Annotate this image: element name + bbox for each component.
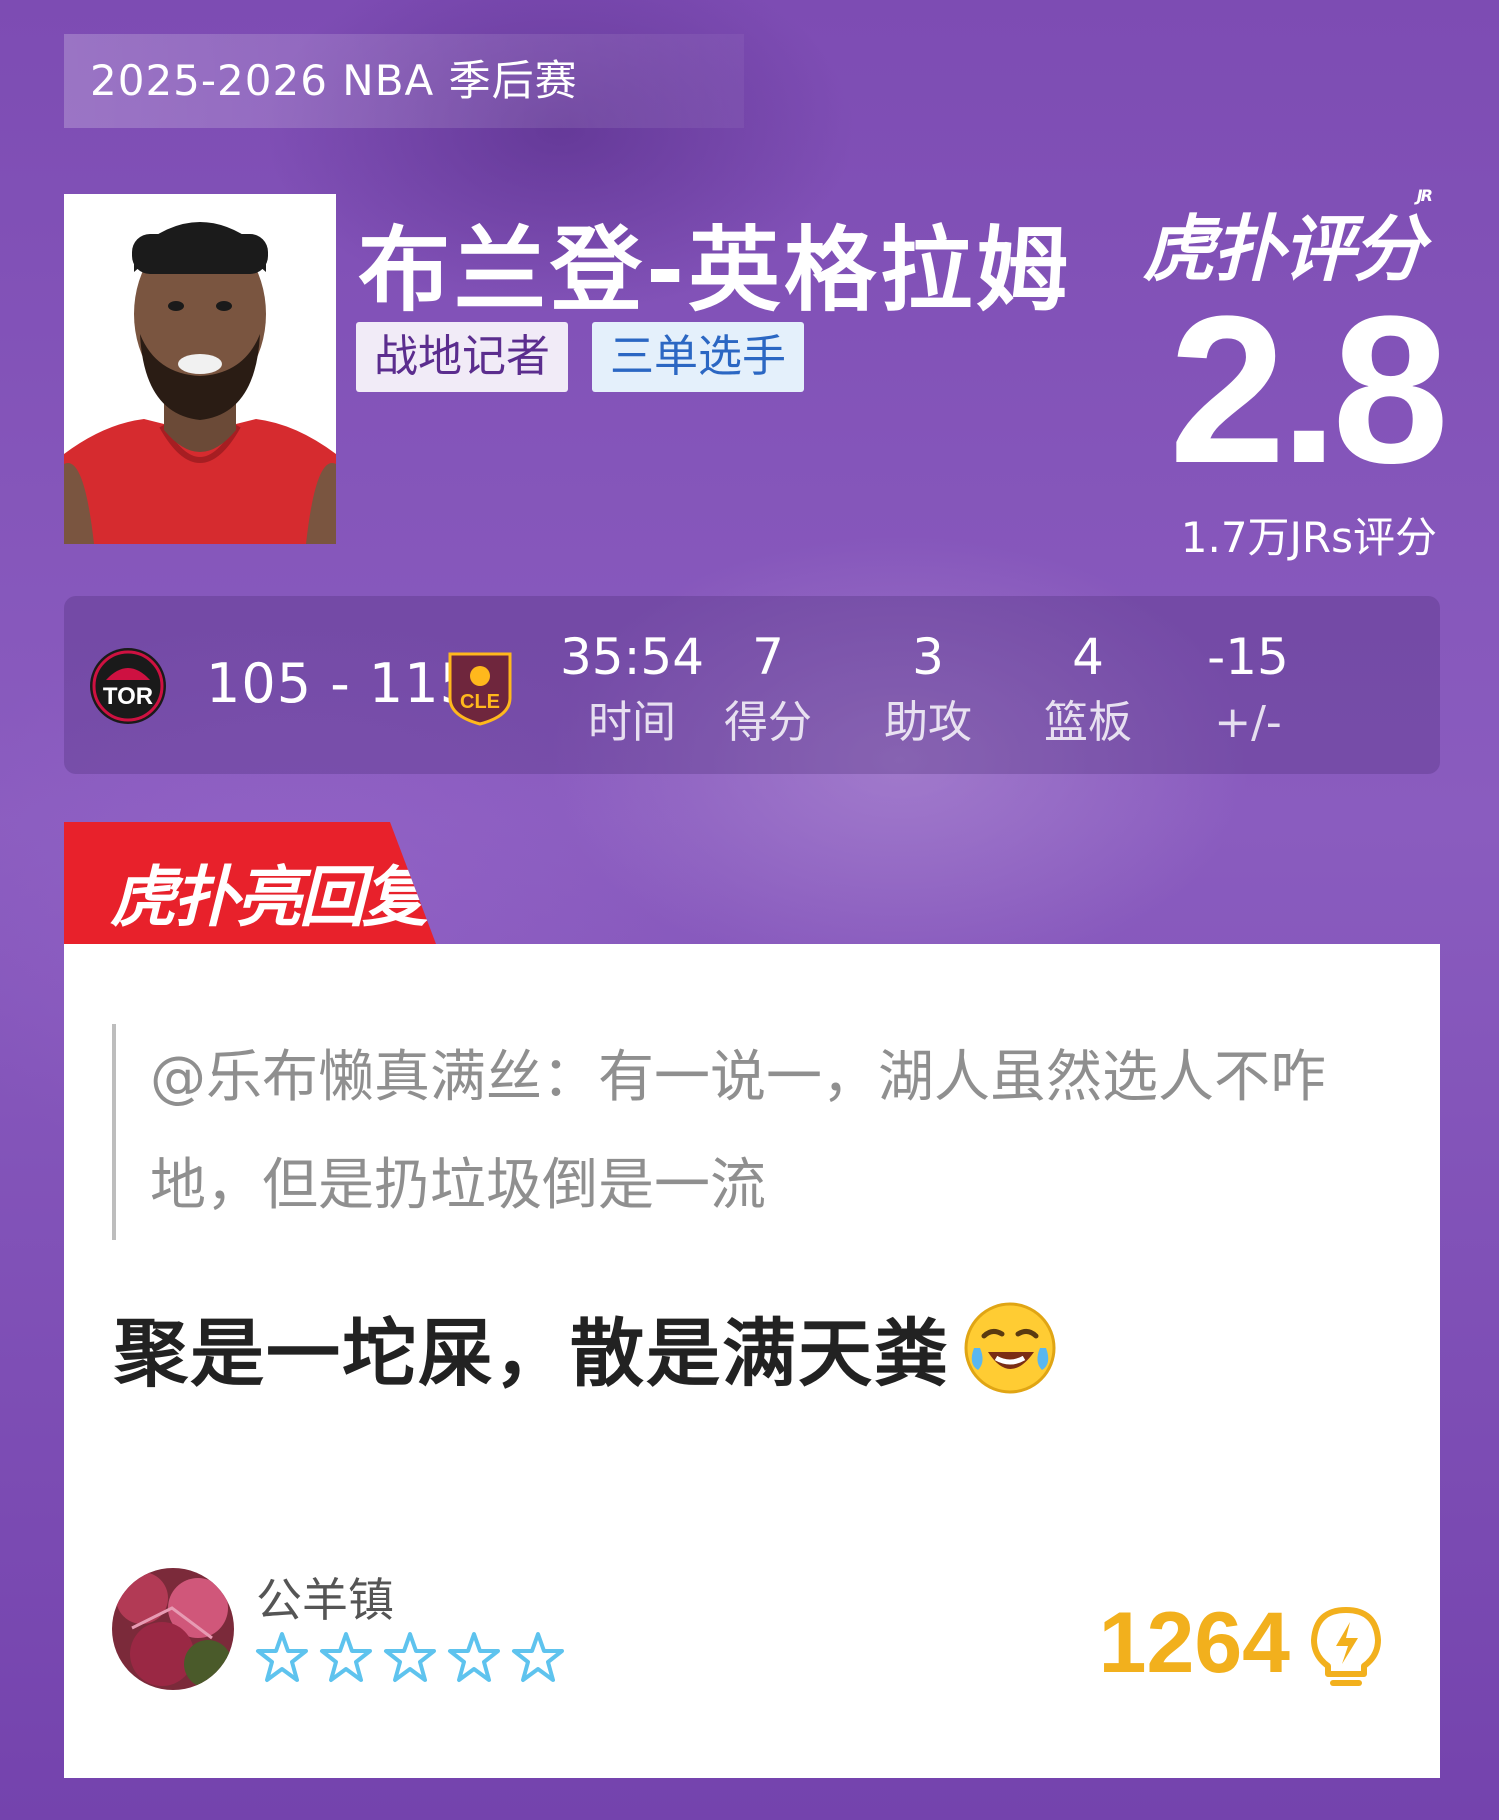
stat-value: -15 — [1207, 628, 1289, 686]
hupu-rating-logo-sup: JR — [1416, 186, 1433, 205]
username[interactable]: 公羊镇 — [256, 1564, 394, 1630]
highlight-reply-banner: 虎扑亮回复JR — [64, 822, 436, 944]
game-stats-panel: TOR 105 - 115 CLE 35:54 时间 7 得分 3 助攻 4 篮… — [64, 596, 1440, 774]
tor-logo-text: TOR — [103, 683, 153, 710]
highlight-reply[interactable]: 聚是一坨屎，散是满天粪 — [114, 1294, 1058, 1401]
stat-label: +/- — [1214, 697, 1282, 748]
stat-label: 得分 — [724, 697, 812, 748]
tag-war-reporter[interactable]: 战地记者 — [356, 322, 568, 392]
laughing-crying-emoji-icon — [964, 1302, 1056, 1393]
cle-team-logo-icon[interactable]: CLE — [440, 646, 520, 726]
star-outline-icon — [256, 1632, 308, 1682]
season-title: 2025-2026 NBA 季后赛 — [64, 34, 744, 128]
cle-logo-text: CLE — [460, 691, 500, 713]
stat-value: 4 — [1072, 628, 1104, 686]
stat-label: 篮板 — [1044, 697, 1132, 748]
stat-assists: 3 助攻 — [848, 624, 1008, 756]
stat-label: 助攻 — [884, 697, 972, 748]
tor-team-logo-icon[interactable]: TOR — [88, 646, 168, 726]
reply-card: @乐布懒真满丝：有一说一，湖人虽然选人不咋地，但是扔垃圾倒是一流 聚是一坨屎，散… — [64, 944, 1440, 1778]
stat-points: 7 得分 — [688, 624, 848, 756]
stat-rebounds: 4 篮板 — [1008, 624, 1168, 756]
tag-triple-single[interactable]: 三单选手 — [592, 322, 804, 392]
quoted-comment[interactable]: @乐布懒真满丝：有一说一，湖人虽然选人不咋地，但是扔垃圾倒是一流 — [112, 1024, 1372, 1240]
rating-count: 1.7万JRs评分 — [1180, 513, 1437, 562]
player-tags: 战地记者 三单选手 — [356, 322, 804, 392]
star-outline-icon — [384, 1632, 436, 1682]
player-name: 布兰登-英格拉姆 — [358, 217, 1073, 324]
stat-value: 3 — [912, 628, 944, 686]
player-photo — [64, 194, 336, 544]
user-avatar[interactable] — [112, 1568, 234, 1690]
stat-value: 7 — [752, 628, 784, 686]
stat-plus-minus: -15 +/- — [1168, 624, 1328, 756]
lightbulb-icon[interactable] — [1306, 1604, 1386, 1696]
like-count: 1264 — [1098, 1595, 1290, 1691]
highlight-reply-logo-text: 虎扑亮回复 — [110, 859, 428, 936]
star-outline-icon — [448, 1632, 500, 1682]
game-score: 105 - 115 — [206, 652, 475, 715]
user-rating-stars — [254, 1630, 566, 1686]
star-outline-icon — [320, 1632, 372, 1682]
star-outline-icon — [512, 1632, 564, 1682]
highlight-reply-logo: 虎扑亮回复JR — [110, 841, 436, 940]
rating-score: 2.8 — [1169, 272, 1449, 507]
reply-text: 聚是一坨屎，散是满天粪 — [114, 1311, 950, 1397]
